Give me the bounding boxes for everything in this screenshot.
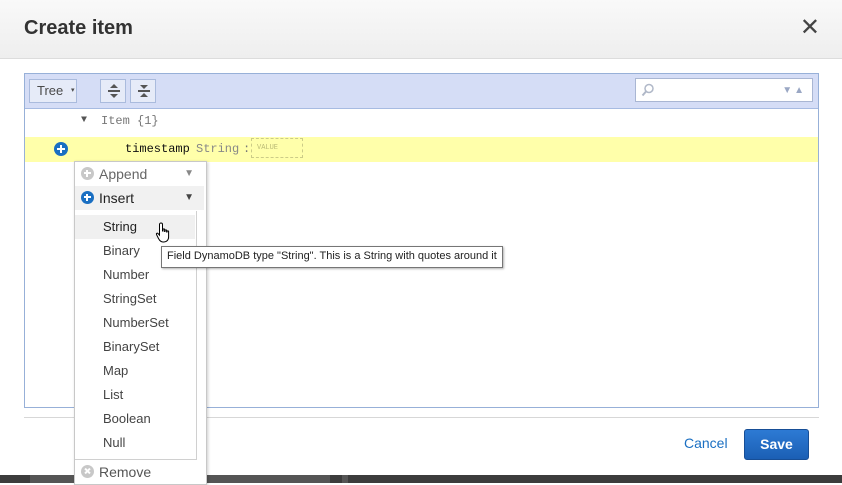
search-nav-icon[interactable]: ▼▲: [782, 85, 806, 96]
submenu-item-list[interactable]: List: [75, 383, 195, 407]
cancel-button[interactable]: Cancel: [684, 435, 728, 451]
submenu-item-null[interactable]: Null: [75, 431, 195, 455]
submenu-item-boolean[interactable]: Boolean: [75, 407, 195, 431]
add-circle-icon: [81, 191, 94, 204]
append-label: Append: [99, 166, 148, 182]
submenu-item-stringset[interactable]: StringSet: [75, 287, 195, 311]
collapse-all-icon: [138, 85, 150, 97]
save-button[interactable]: Save: [744, 429, 809, 460]
tree-root-row[interactable]: ▼ Item {1}: [25, 109, 818, 135]
search-icon: [641, 83, 654, 97]
scrollbar-divider: [342, 475, 348, 483]
menu-item-insert[interactable]: Insert ▼: [75, 186, 204, 210]
submenu-item-string[interactable]: String: [75, 215, 195, 239]
mode-dropdown[interactable]: Tree ▾: [29, 79, 77, 103]
submenu-item-numberset[interactable]: NumberSet: [75, 311, 195, 335]
expand-arrow-icon[interactable]: ▼: [81, 115, 87, 126]
context-menu: Append ▼ Insert ▼ String Binary Number S…: [74, 161, 207, 485]
dialog-header: Create item ✕: [0, 0, 842, 59]
mode-label: Tree: [37, 83, 64, 98]
remove-circle-icon: [81, 465, 94, 478]
field-name[interactable]: timestamp: [125, 142, 190, 156]
submenu-item-map[interactable]: Map: [75, 359, 195, 383]
tooltip: Field DynamoDB type "String". This is a …: [161, 246, 503, 268]
menu-item-append[interactable]: Append ▼: [75, 162, 204, 186]
tree-field-row[interactable]: timestamp String : VALUE: [25, 137, 818, 162]
menu-item-remove[interactable]: Remove: [75, 460, 204, 484]
dialog-title: Create item: [24, 17, 133, 39]
chevron-down-icon[interactable]: ▼: [184, 162, 194, 186]
expand-all-icon: [108, 84, 120, 98]
add-circle-icon: [81, 167, 94, 180]
field-value-input[interactable]: VALUE: [251, 138, 303, 158]
root-label: Item {1}: [101, 114, 159, 128]
caret-down-icon: ▾: [71, 87, 75, 94]
remove-label: Remove: [99, 464, 152, 480]
insert-label: Insert: [99, 190, 135, 206]
editor-toolbar: Tree ▾ ▼▲: [25, 74, 818, 109]
collapse-all-button[interactable]: [130, 79, 156, 103]
chevron-down-icon[interactable]: ▼: [184, 186, 194, 210]
search-box[interactable]: ▼▲: [635, 78, 813, 102]
close-icon[interactable]: ✕: [800, 16, 820, 40]
hand-cursor-icon: [155, 222, 170, 243]
field-separator: :: [243, 142, 251, 156]
add-circle-icon[interactable]: [54, 142, 68, 156]
field-type: String: [196, 142, 240, 156]
submenu-item-binaryset[interactable]: BinarySet: [75, 335, 195, 359]
expand-all-button[interactable]: [100, 79, 126, 103]
